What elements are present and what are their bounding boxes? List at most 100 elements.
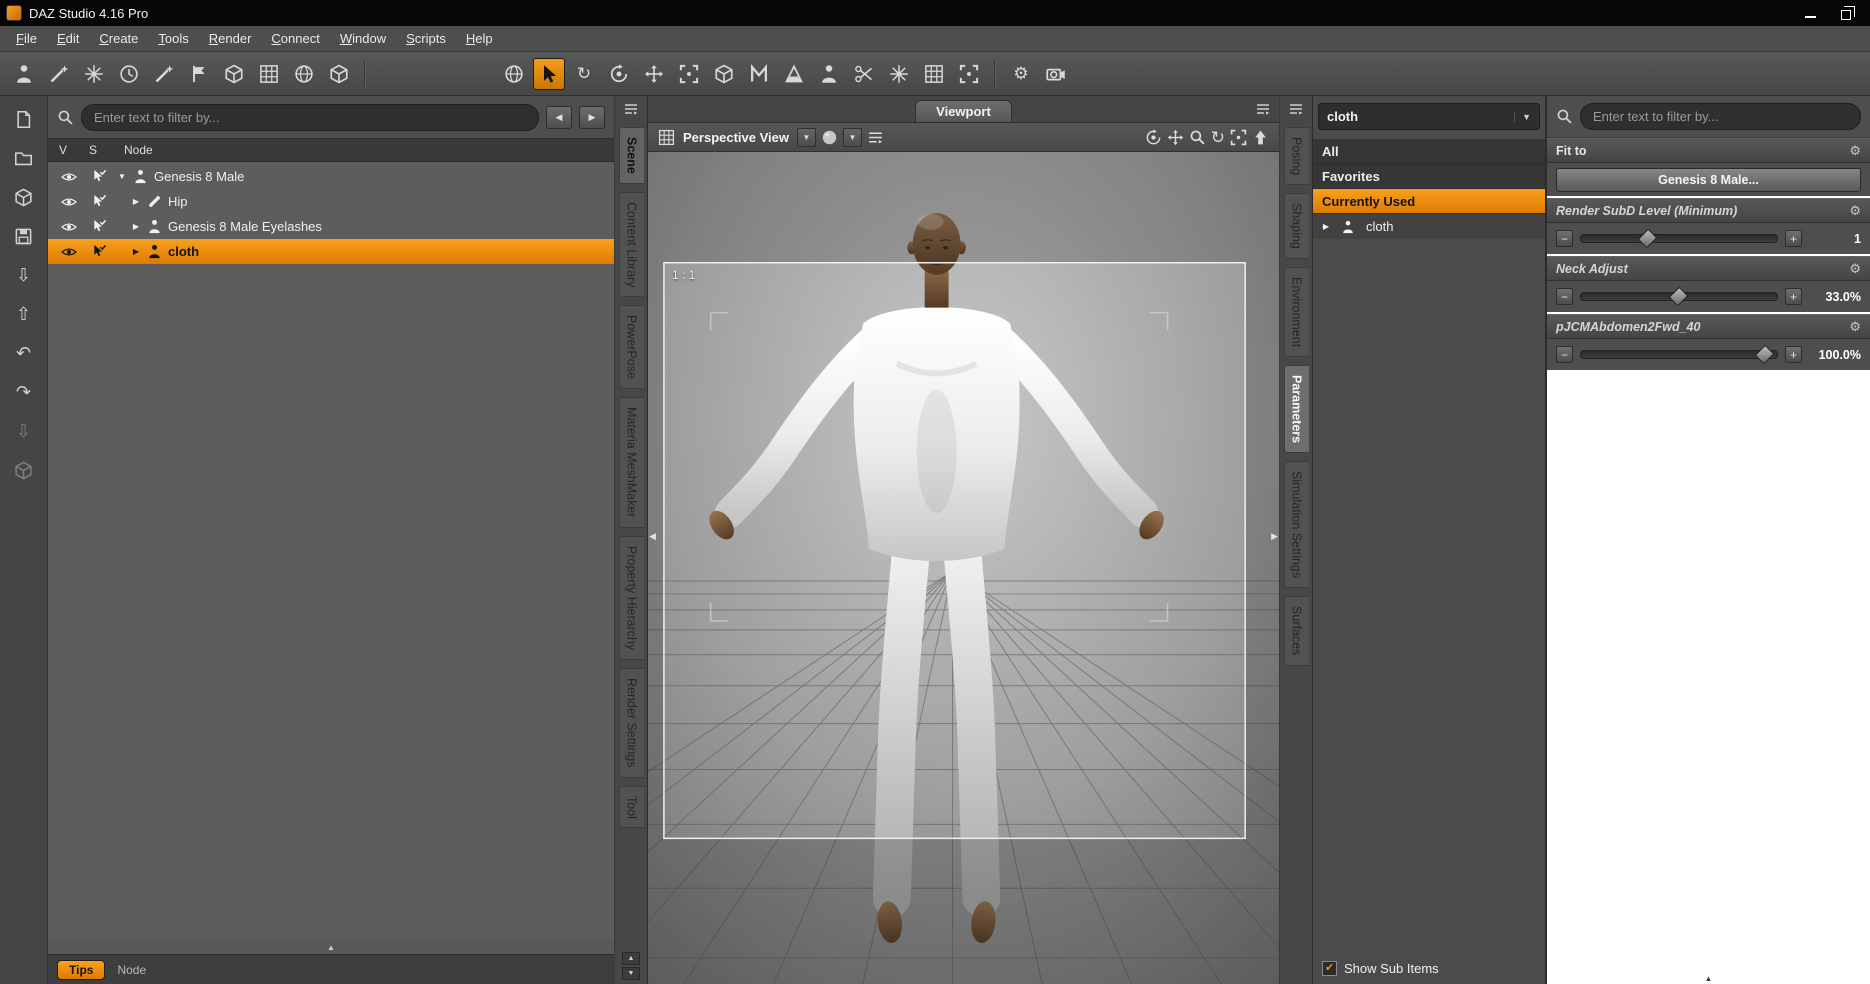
tab-simulation-settings[interactable]: Simulation Settings — [1283, 461, 1309, 589]
parameters-filter-input[interactable] — [1580, 103, 1861, 130]
increment-button[interactable]: + — [1785, 346, 1802, 363]
slider-track[interactable] — [1580, 344, 1778, 365]
filter-back-button[interactable]: ◀ — [546, 105, 572, 129]
undo-icon[interactable]: ↶ — [11, 340, 37, 366]
restore-button[interactable] — [1828, 1, 1864, 25]
visibility-eye-icon[interactable] — [54, 196, 84, 208]
tab-surfaces[interactable]: Surfaces — [1283, 596, 1309, 666]
browser-tree-item-cloth[interactable]: ▶ cloth — [1313, 214, 1545, 239]
camera-cube-icon[interactable] — [658, 129, 675, 146]
slider-track[interactable] — [1580, 228, 1778, 249]
tab-posing[interactable]: Posing — [1283, 127, 1309, 186]
orbit-tool-icon[interactable] — [603, 58, 635, 90]
figure-setup-icon[interactable] — [813, 58, 845, 90]
expander-closed-icon[interactable]: ▶ — [128, 247, 144, 256]
tree-row-cloth[interactable]: ▶ cloth — [48, 239, 614, 264]
filter-item-all[interactable]: All — [1313, 139, 1545, 164]
scene-filter-input[interactable] — [81, 103, 539, 131]
timeline-clock-icon[interactable] — [113, 58, 145, 90]
increment-button[interactable]: + — [1785, 230, 1802, 247]
tab-environment[interactable]: Environment — [1283, 267, 1309, 358]
tab-shaping[interactable]: Shaping — [1283, 193, 1309, 260]
universal-tool-icon[interactable] — [708, 58, 740, 90]
decrement-button[interactable]: − — [1556, 346, 1573, 363]
menu-scripts[interactable]: Scripts — [396, 28, 456, 49]
selectable-cursor-icon[interactable] — [84, 244, 114, 259]
expander-closed-icon[interactable]: ▶ — [1318, 222, 1334, 231]
pan-view-icon[interactable] — [1167, 129, 1184, 146]
collapse-left-splitter-icon[interactable]: ◀ — [649, 531, 656, 542]
render-settings-gear-icon[interactable]: ⚙ — [1005, 58, 1037, 90]
expander-closed-icon[interactable]: ▶ — [128, 197, 144, 206]
group-header[interactable]: pJCMAbdomen2Fwd_40 ⚙ — [1547, 314, 1870, 339]
pane-options-icon[interactable] — [1288, 101, 1304, 117]
camera-dropdown-icon[interactable]: ▼ — [797, 127, 816, 147]
tab-property-hierarchy[interactable]: Property Hierarchy — [618, 535, 644, 660]
frame-view-icon[interactable] — [1230, 129, 1247, 146]
bounding-box-icon[interactable] — [253, 58, 285, 90]
decrement-button[interactable]: − — [1556, 230, 1573, 247]
tab-scene[interactable]: Scene — [618, 127, 644, 184]
slider-handle[interactable] — [1668, 286, 1689, 307]
transfer-utility-icon[interactable] — [43, 58, 75, 90]
gear-icon[interactable]: ⚙ — [1849, 261, 1861, 277]
export-icon[interactable]: ⇧ — [11, 301, 37, 327]
tab-parameters[interactable]: Parameters — [1283, 365, 1309, 454]
viewport-3d-scene[interactable] — [648, 152, 1279, 984]
tab-tool-settings[interactable]: Tool — [618, 785, 644, 829]
tree-row-genesis-8-male-eyelashes[interactable]: ▶ Genesis 8 Male Eyelashes — [48, 214, 614, 239]
tab-content-library[interactable]: Content Library — [618, 191, 644, 298]
gear-icon[interactable]: ⚙ — [1849, 143, 1861, 159]
region-editor-icon[interactable] — [918, 58, 950, 90]
viewport-pane-options-icon[interactable] — [1255, 101, 1271, 120]
camera-selector[interactable]: Perspective View — [683, 130, 789, 145]
scene-navigator-tool-icon[interactable] — [498, 58, 530, 90]
tab-materia-meshmaker[interactable]: Materia MeshMaker — [618, 397, 644, 528]
tab-viewport[interactable]: Viewport — [915, 100, 1012, 122]
drawstyle-sphere-icon[interactable] — [821, 129, 838, 146]
group-header[interactable]: Render SubD Level (Minimum) ⚙ — [1547, 198, 1870, 223]
magic-wand-icon[interactable] — [148, 58, 180, 90]
geometry-editor-icon[interactable] — [848, 58, 880, 90]
tree-row-genesis-8-male[interactable]: ▼ Genesis 8 Male — [48, 164, 614, 189]
selectable-cursor-icon[interactable] — [84, 219, 114, 234]
menu-create[interactable]: Create — [89, 28, 148, 49]
redo-icon[interactable]: ↷ — [11, 379, 37, 405]
slider-handle[interactable] — [1637, 228, 1658, 249]
new-file-icon[interactable] — [11, 106, 37, 132]
fit-to-button[interactable]: Genesis 8 Male... — [1556, 167, 1861, 192]
gear-icon[interactable]: ⚙ — [1849, 203, 1861, 219]
orbit-view-icon[interactable] — [1145, 129, 1162, 146]
tab-scroll-down-icon[interactable]: ▼ — [622, 967, 640, 980]
group-header[interactable]: Neck Adjust ⚙ — [1547, 256, 1870, 281]
rotate-tool-icon[interactable]: ↻ — [568, 58, 600, 90]
tab-render-settings[interactable]: Render Settings — [618, 667, 644, 778]
rotate-view-icon[interactable]: ↻ — [1211, 129, 1225, 146]
tree-row-hip[interactable]: ▶ Hip — [48, 189, 614, 214]
minimize-button[interactable] — [1792, 1, 1828, 25]
view-options-icon[interactable] — [867, 129, 884, 146]
collapse-right-splitter-icon[interactable]: ▶ — [1271, 531, 1278, 542]
expander-open-icon[interactable]: ▼ — [114, 172, 130, 181]
viewport-canvas[interactable]: 1 : 1 — [648, 152, 1279, 984]
polygon-burst-icon[interactable] — [78, 58, 110, 90]
gear-icon[interactable]: ⚙ — [1849, 319, 1861, 335]
animate-tool-icon[interactable] — [743, 58, 775, 90]
filter-forward-button[interactable]: ▶ — [579, 105, 605, 129]
selectable-cursor-icon[interactable] — [84, 169, 114, 184]
show-sub-items-checkbox[interactable]: ✔ — [1322, 960, 1337, 976]
group-header[interactable]: Fit to ⚙ — [1547, 138, 1870, 163]
visibility-eye-icon[interactable] — [54, 171, 84, 183]
slider-handle[interactable] — [1754, 344, 1775, 365]
node-selector-combobox[interactable]: cloth ▼ — [1318, 103, 1540, 130]
node-selection-tool-icon[interactable] — [533, 57, 565, 90]
zoom-view-icon[interactable] — [1189, 129, 1206, 146]
open-file-icon[interactable] — [11, 145, 37, 171]
import-icon[interactable]: ⇩ — [11, 262, 37, 288]
new-camera-icon[interactable] — [1040, 58, 1072, 90]
filter-item-currently-used[interactable]: Currently Used — [1313, 189, 1545, 214]
filter-item-favorites[interactable]: Favorites — [1313, 164, 1545, 189]
decrement-button[interactable]: − — [1556, 288, 1573, 305]
menu-connect[interactable]: Connect — [261, 28, 329, 49]
menu-window[interactable]: Window — [330, 28, 396, 49]
